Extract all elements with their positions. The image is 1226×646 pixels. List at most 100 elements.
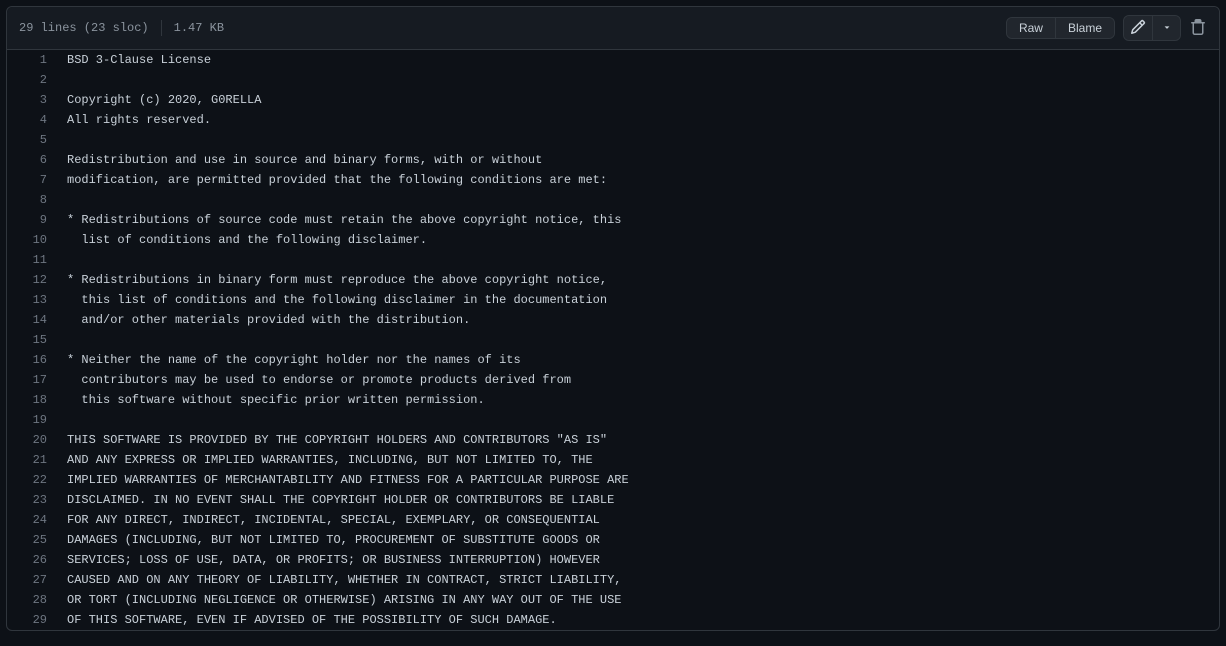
line-number[interactable]: 15 [7, 330, 57, 350]
code-line: 1BSD 3-Clause License [7, 50, 1219, 70]
line-content[interactable] [57, 190, 1219, 210]
delete-button[interactable] [1189, 19, 1207, 37]
code-line: 16* Neither the name of the copyright ho… [7, 350, 1219, 370]
code-line: 19 [7, 410, 1219, 430]
line-number[interactable]: 22 [7, 470, 57, 490]
edit-dropdown-button[interactable] [1152, 16, 1180, 40]
divider [161, 20, 162, 36]
line-content[interactable] [57, 410, 1219, 430]
code-line: 29OF THIS SOFTWARE, EVEN IF ADVISED OF T… [7, 610, 1219, 630]
line-content[interactable]: this list of conditions and the followin… [57, 290, 1219, 310]
code-line: 28OR TORT (INCLUDING NEGLIGENCE OR OTHER… [7, 590, 1219, 610]
line-content[interactable]: * Neither the name of the copyright hold… [57, 350, 1219, 370]
line-number[interactable]: 25 [7, 530, 57, 550]
line-number[interactable]: 21 [7, 450, 57, 470]
line-number[interactable]: 20 [7, 430, 57, 450]
line-number[interactable]: 9 [7, 210, 57, 230]
raw-blame-group: Raw Blame [1006, 17, 1115, 39]
line-number[interactable]: 18 [7, 390, 57, 410]
code-line: 27CAUSED AND ON ANY THEORY OF LIABILITY,… [7, 570, 1219, 590]
line-number[interactable]: 11 [7, 250, 57, 270]
line-content[interactable]: THIS SOFTWARE IS PROVIDED BY THE COPYRIG… [57, 430, 1219, 450]
code-area: 1BSD 3-Clause License23Copyright (c) 202… [7, 50, 1219, 630]
line-content[interactable] [57, 70, 1219, 90]
line-content[interactable]: Copyright (c) 2020, G0RELLA [57, 90, 1219, 110]
code-line: 18 this software without specific prior … [7, 390, 1219, 410]
line-number[interactable]: 13 [7, 290, 57, 310]
code-line: 10 list of conditions and the following … [7, 230, 1219, 250]
line-number[interactable]: 24 [7, 510, 57, 530]
line-number[interactable]: 8 [7, 190, 57, 210]
code-line: 7modification, are permitted provided th… [7, 170, 1219, 190]
line-content[interactable]: this software without specific prior wri… [57, 390, 1219, 410]
line-content[interactable]: BSD 3-Clause License [57, 50, 1219, 70]
line-number[interactable]: 29 [7, 610, 57, 630]
line-number[interactable]: 14 [7, 310, 57, 330]
line-number[interactable]: 3 [7, 90, 57, 110]
line-content[interactable] [57, 330, 1219, 350]
code-line: 9* Redistributions of source code must r… [7, 210, 1219, 230]
line-number[interactable]: 23 [7, 490, 57, 510]
line-content[interactable]: OR TORT (INCLUDING NEGLIGENCE OR OTHERWI… [57, 590, 1219, 610]
line-content[interactable]: * Redistributions in binary form must re… [57, 270, 1219, 290]
lines-count: 29 lines (23 sloc) [19, 21, 149, 35]
line-content[interactable] [57, 250, 1219, 270]
trash-icon [1190, 19, 1206, 38]
line-content[interactable]: Redistribution and use in source and bin… [57, 150, 1219, 170]
line-content[interactable]: DAMAGES (INCLUDING, BUT NOT LIMITED TO, … [57, 530, 1219, 550]
line-content[interactable]: CAUSED AND ON ANY THEORY OF LIABILITY, W… [57, 570, 1219, 590]
file-header: 29 lines (23 sloc) 1.47 KB Raw Blame [7, 7, 1219, 50]
pencil-icon [1130, 19, 1146, 38]
line-number[interactable]: 27 [7, 570, 57, 590]
line-number[interactable]: 5 [7, 130, 57, 150]
edit-group [1123, 15, 1181, 41]
file-box: 29 lines (23 sloc) 1.47 KB Raw Blame [6, 6, 1220, 631]
line-number[interactable]: 2 [7, 70, 57, 90]
line-content[interactable]: SERVICES; LOSS OF USE, DATA, OR PROFITS;… [57, 550, 1219, 570]
line-number[interactable]: 1 [7, 50, 57, 70]
line-content[interactable]: AND ANY EXPRESS OR IMPLIED WARRANTIES, I… [57, 450, 1219, 470]
code-line: 20THIS SOFTWARE IS PROVIDED BY THE COPYR… [7, 430, 1219, 450]
raw-button[interactable]: Raw [1007, 18, 1055, 38]
code-line: 13 this list of conditions and the follo… [7, 290, 1219, 310]
line-content[interactable]: FOR ANY DIRECT, INDIRECT, INCIDENTAL, SP… [57, 510, 1219, 530]
code-line: 3Copyright (c) 2020, G0RELLA [7, 90, 1219, 110]
code-line: 26SERVICES; LOSS OF USE, DATA, OR PROFIT… [7, 550, 1219, 570]
line-number[interactable]: 16 [7, 350, 57, 370]
line-content[interactable]: modification, are permitted provided tha… [57, 170, 1219, 190]
line-number[interactable]: 10 [7, 230, 57, 250]
line-content[interactable]: * Redistributions of source code must re… [57, 210, 1219, 230]
line-number[interactable]: 6 [7, 150, 57, 170]
line-content[interactable]: contributors may be used to endorse or p… [57, 370, 1219, 390]
code-line: 2 [7, 70, 1219, 90]
code-line: 15 [7, 330, 1219, 350]
line-content[interactable]: list of conditions and the following dis… [57, 230, 1219, 250]
line-content[interactable]: and/or other materials provided with the… [57, 310, 1219, 330]
file-actions: Raw Blame [1006, 15, 1207, 41]
code-line: 5 [7, 130, 1219, 150]
line-number[interactable]: 12 [7, 270, 57, 290]
code-line: 14 and/or other materials provided with … [7, 310, 1219, 330]
line-content[interactable]: OF THIS SOFTWARE, EVEN IF ADVISED OF THE… [57, 610, 1219, 630]
line-number[interactable]: 28 [7, 590, 57, 610]
line-content[interactable]: DISCLAIMED. IN NO EVENT SHALL THE COPYRI… [57, 490, 1219, 510]
code-line: 11 [7, 250, 1219, 270]
code-line: 8 [7, 190, 1219, 210]
line-content[interactable]: IMPLIED WARRANTIES OF MERCHANTABILITY AN… [57, 470, 1219, 490]
line-content[interactable] [57, 130, 1219, 150]
file-size: 1.47 KB [174, 21, 224, 35]
line-number[interactable]: 17 [7, 370, 57, 390]
code-line: 12* Redistributions in binary form must … [7, 270, 1219, 290]
line-number[interactable]: 4 [7, 110, 57, 130]
code-line: 25DAMAGES (INCLUDING, BUT NOT LIMITED TO… [7, 530, 1219, 550]
line-number[interactable]: 7 [7, 170, 57, 190]
code-line: 21AND ANY EXPRESS OR IMPLIED WARRANTIES,… [7, 450, 1219, 470]
line-number[interactable]: 19 [7, 410, 57, 430]
edit-button[interactable] [1124, 16, 1152, 40]
code-line: 6Redistribution and use in source and bi… [7, 150, 1219, 170]
blame-button[interactable]: Blame [1055, 18, 1114, 38]
line-content[interactable]: All rights reserved. [57, 110, 1219, 130]
line-number[interactable]: 26 [7, 550, 57, 570]
code-line: 17 contributors may be used to endorse o… [7, 370, 1219, 390]
code-line: 22IMPLIED WARRANTIES OF MERCHANTABILITY … [7, 470, 1219, 490]
